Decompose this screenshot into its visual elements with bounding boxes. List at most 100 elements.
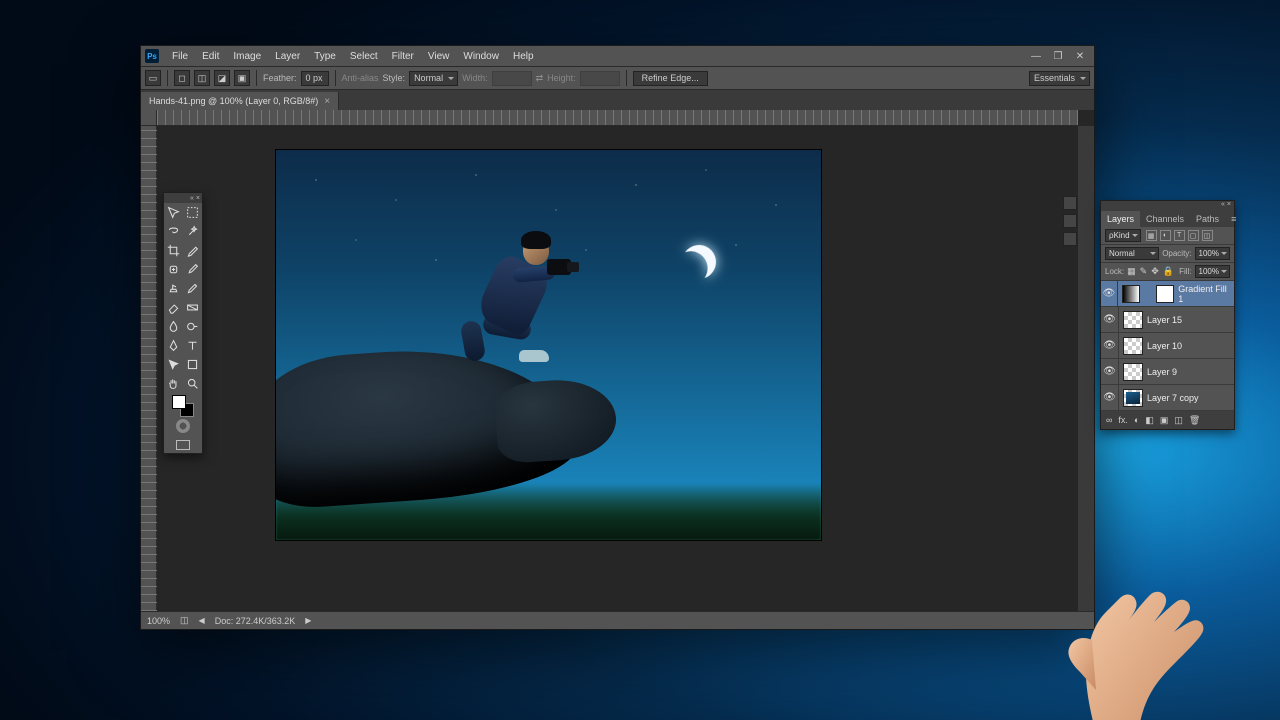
minimize-button[interactable]: — bbox=[1026, 51, 1046, 62]
paths-tab[interactable]: Paths bbox=[1190, 211, 1225, 227]
zoom-tool[interactable] bbox=[183, 374, 202, 393]
menu-select[interactable]: Select bbox=[343, 51, 385, 62]
status-flyout-icon[interactable]: ▶ bbox=[305, 616, 311, 625]
menu-edit[interactable]: Edit bbox=[195, 51, 226, 62]
refine-edge-button[interactable]: Refine Edge... bbox=[633, 71, 708, 86]
blur-tool[interactable] bbox=[164, 317, 183, 336]
type-tool[interactable] bbox=[183, 336, 202, 355]
magic-wand-tool[interactable] bbox=[183, 222, 202, 241]
filter-smart-icon[interactable]: ◫ bbox=[1202, 230, 1213, 241]
layer-mask-icon[interactable]: ◐ bbox=[1134, 415, 1139, 425]
panel-collapse-icon[interactable]: « bbox=[1221, 201, 1225, 211]
layer-visibility-icon[interactable]: 👁 bbox=[1101, 359, 1119, 384]
menu-filter[interactable]: Filter bbox=[385, 51, 421, 62]
layer-row[interactable]: 👁 Layer 10 bbox=[1101, 333, 1234, 359]
feather-input[interactable]: 0 px bbox=[301, 71, 329, 86]
quick-mask-toggle[interactable] bbox=[164, 419, 202, 437]
fill-input[interactable]: 100% bbox=[1195, 265, 1230, 278]
screen-mode-toggle[interactable] bbox=[164, 437, 202, 453]
clone-stamp-tool[interactable] bbox=[164, 279, 183, 298]
layer-name[interactable]: Layer 10 bbox=[1147, 341, 1182, 351]
delete-layer-icon[interactable]: 🗑 bbox=[1189, 415, 1200, 426]
layer-visibility-icon[interactable]: 👁 bbox=[1101, 307, 1119, 332]
layer-visibility-icon[interactable]: 👁 bbox=[1101, 333, 1119, 358]
shape-tool[interactable] bbox=[183, 355, 202, 374]
document-canvas[interactable] bbox=[276, 150, 821, 540]
dock-icon-1[interactable] bbox=[1063, 196, 1077, 210]
filter-shape-icon[interactable]: ▢ bbox=[1188, 230, 1199, 241]
channels-tab[interactable]: Channels bbox=[1140, 211, 1190, 227]
crop-tool[interactable] bbox=[164, 241, 183, 260]
layer-row[interactable]: 👁 Layer 7 copy bbox=[1101, 385, 1234, 411]
layer-thumbnail[interactable] bbox=[1123, 311, 1143, 329]
selection-subtract-icon[interactable]: ◪ bbox=[214, 70, 230, 86]
tools-panel[interactable]: «× bbox=[163, 192, 203, 454]
document-tab[interactable]: Hands-41.png @ 100% (Layer 0, RGB/8#) × bbox=[141, 92, 339, 110]
tool-preset-icon[interactable]: ▭ bbox=[145, 70, 161, 86]
foreground-color[interactable] bbox=[172, 395, 186, 409]
maximize-button[interactable]: ❐ bbox=[1048, 51, 1068, 62]
lock-transparent-icon[interactable]: ▦ bbox=[1127, 266, 1136, 277]
filter-adjust-icon[interactable]: ◐ bbox=[1160, 230, 1171, 241]
layer-name[interactable]: Gradient Fill 1 bbox=[1178, 284, 1230, 304]
panel-menu-icon[interactable]: ≡ bbox=[1225, 211, 1242, 227]
history-brush-tool[interactable] bbox=[183, 279, 202, 298]
layer-thumbnail[interactable] bbox=[1123, 363, 1143, 381]
layer-thumbnail[interactable] bbox=[1123, 337, 1143, 355]
lock-all-icon[interactable]: 🔒 bbox=[1163, 266, 1174, 277]
selection-intersect-icon[interactable]: ▣ bbox=[234, 70, 250, 86]
layer-thumbnail[interactable] bbox=[1122, 285, 1141, 303]
layer-row[interactable]: 👁Gradient Fill 1 bbox=[1101, 281, 1234, 307]
gradient-tool[interactable] bbox=[183, 298, 202, 317]
brush-tool[interactable] bbox=[183, 260, 202, 279]
antialias-checkbox[interactable]: Anti-alias bbox=[342, 73, 379, 83]
layer-fx-icon[interactable]: fx. bbox=[1118, 415, 1128, 425]
layer-name[interactable]: Layer 15 bbox=[1147, 315, 1182, 325]
blend-mode-dropdown[interactable]: Normal bbox=[1105, 247, 1159, 260]
filter-pixel-icon[interactable]: ▦ bbox=[1146, 230, 1157, 241]
doc-size[interactable]: Doc: 272.4K/363.2K bbox=[215, 616, 296, 626]
panel-close-icon[interactable]: × bbox=[1227, 201, 1231, 211]
doc-dims-icon[interactable]: ◫ bbox=[180, 615, 189, 626]
layer-row[interactable]: 👁 Layer 9 bbox=[1101, 359, 1234, 385]
layer-visibility-icon[interactable]: 👁 bbox=[1101, 385, 1119, 410]
menu-file[interactable]: File bbox=[165, 51, 195, 62]
layer-thumbnail[interactable] bbox=[1156, 285, 1175, 303]
menu-type[interactable]: Type bbox=[307, 51, 343, 62]
dock-icon-2[interactable] bbox=[1063, 214, 1077, 228]
dodge-tool[interactable] bbox=[183, 317, 202, 336]
menu-window[interactable]: Window bbox=[456, 51, 506, 62]
layers-tab[interactable]: Layers bbox=[1101, 211, 1140, 227]
healing-brush-tool[interactable] bbox=[164, 260, 183, 279]
selection-new-icon[interactable]: ◻ bbox=[174, 70, 190, 86]
lock-pixels-icon[interactable]: ✎ bbox=[1140, 266, 1148, 277]
new-layer-icon[interactable]: ◫ bbox=[1174, 415, 1183, 426]
layer-filter-kind[interactable]: ρ Kind bbox=[1105, 229, 1141, 242]
horizontal-ruler[interactable] bbox=[157, 110, 1078, 126]
document-tab-close-icon[interactable]: × bbox=[324, 96, 330, 107]
layer-name[interactable]: Layer 9 bbox=[1147, 367, 1177, 377]
pen-tool[interactable] bbox=[164, 336, 183, 355]
zoom-level[interactable]: 100% bbox=[147, 616, 170, 626]
link-layers-icon[interactable]: ∞ bbox=[1106, 415, 1112, 425]
layer-name[interactable]: Layer 7 copy bbox=[1147, 393, 1199, 403]
marquee-tool[interactable] bbox=[183, 203, 202, 222]
eraser-tool[interactable] bbox=[164, 298, 183, 317]
menu-help[interactable]: Help bbox=[506, 51, 541, 62]
color-swatches[interactable] bbox=[164, 393, 202, 419]
selection-add-icon[interactable]: ◫ bbox=[194, 70, 210, 86]
panel-collapse-icon[interactable]: « bbox=[190, 195, 194, 202]
filter-type-icon[interactable]: T bbox=[1174, 230, 1185, 241]
layer-thumbnail[interactable] bbox=[1123, 389, 1143, 407]
menu-view[interactable]: View bbox=[421, 51, 457, 62]
hand-tool[interactable] bbox=[164, 374, 183, 393]
vertical-ruler[interactable] bbox=[141, 126, 157, 611]
move-tool[interactable] bbox=[164, 203, 183, 222]
lock-position-icon[interactable]: ✥ bbox=[1151, 266, 1159, 277]
close-window-button[interactable]: ✕ bbox=[1070, 51, 1090, 62]
dock-icon-3[interactable] bbox=[1063, 232, 1077, 246]
workspace-switcher[interactable]: Essentials bbox=[1029, 71, 1090, 86]
layer-group-icon[interactable]: ▣ bbox=[1160, 415, 1169, 426]
style-dropdown[interactable]: Normal bbox=[409, 71, 458, 86]
layers-panel[interactable]: «× Layers Channels Paths ≡ ρ Kind ▦ ◐ T … bbox=[1100, 200, 1235, 430]
